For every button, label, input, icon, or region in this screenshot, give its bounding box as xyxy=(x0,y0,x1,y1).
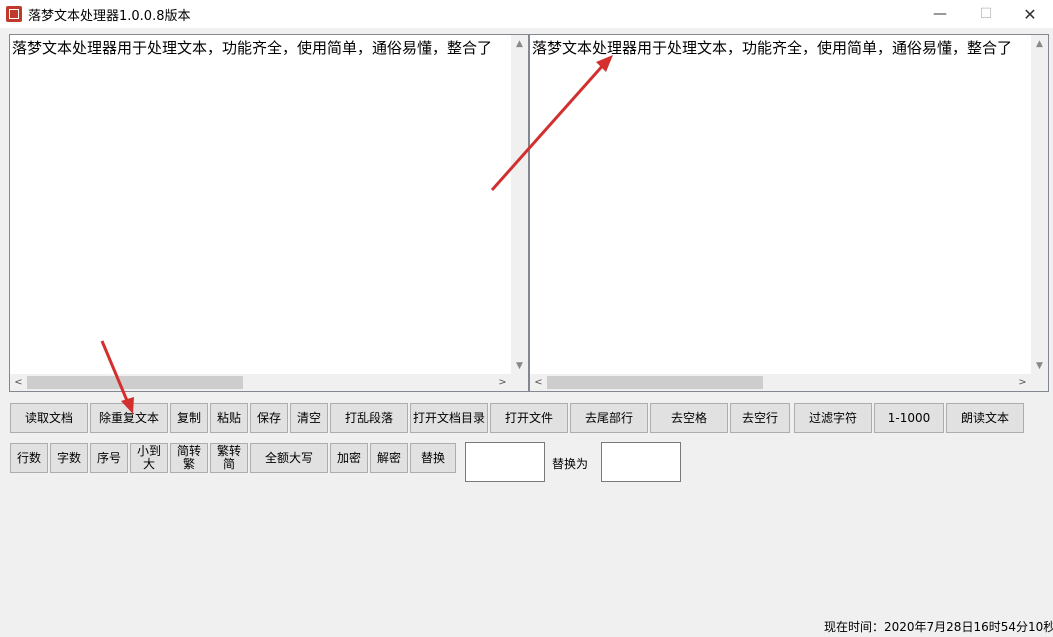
app-icon xyxy=(6,6,22,22)
scroll-up-icon[interactable]: ▲ xyxy=(511,35,528,52)
remove-duplicates-button[interactable]: 除重复文本 xyxy=(90,403,168,433)
amount-uppercase-button[interactable]: 全额大写 xyxy=(250,443,328,473)
result-text-area[interactable]: 落梦文本处理器用于处理文本，功能齐全，使用简单，通俗易懂，整合了 ▲ ▼ < > xyxy=(529,34,1049,392)
scroll-corner xyxy=(1031,374,1048,391)
save-button[interactable]: 保存 xyxy=(250,403,288,433)
vertical-scrollbar[interactable]: ▲ ▼ xyxy=(511,35,528,374)
remove-empty-lines-button[interactable]: 去空行 xyxy=(730,403,790,433)
horizontal-scrollbar[interactable]: < > xyxy=(10,374,511,391)
close-button[interactable]: ✕ xyxy=(1007,0,1053,28)
scroll-right-icon[interactable]: > xyxy=(1014,374,1031,391)
open-file-button[interactable]: 打开文件 xyxy=(490,403,568,433)
scroll-thumb[interactable] xyxy=(547,376,763,389)
read-aloud-button[interactable]: 朗读文本 xyxy=(946,403,1024,433)
filter-characters-button[interactable]: 过滤字符 xyxy=(794,403,872,433)
range-1-1000-button[interactable]: 1-1000 xyxy=(874,403,944,433)
simplified-to-traditional-button[interactable]: 简转 繁 xyxy=(170,443,208,473)
horizontal-scrollbar[interactable]: < > xyxy=(530,374,1031,391)
open-document-folder-button[interactable]: 打开文档目录 xyxy=(410,403,488,433)
maximize-button[interactable]: ☐ xyxy=(963,0,1009,28)
line-count-button[interactable]: 行数 xyxy=(10,443,48,473)
remove-spaces-button[interactable]: 去空格 xyxy=(650,403,728,433)
scroll-thumb[interactable] xyxy=(27,376,243,389)
shuffle-paragraphs-button[interactable]: 打乱段落 xyxy=(330,403,408,433)
read-document-button[interactable]: 读取文档 xyxy=(10,403,88,433)
replace-text-field[interactable] xyxy=(601,442,681,482)
window-title: 落梦文本处理器1.0.0.8版本 xyxy=(28,9,191,24)
scroll-left-icon[interactable]: < xyxy=(10,374,27,391)
result-text: 落梦文本处理器用于处理文本，功能齐全，使用简单，通俗易懂，整合了 xyxy=(532,39,1013,57)
remove-trailing-lines-button[interactable]: 去尾部行 xyxy=(570,403,648,433)
scroll-right-icon[interactable]: > xyxy=(494,374,511,391)
current-time-status: 现在时间：2020年7月28日16时54分10秒 xyxy=(824,620,1053,634)
traditional-to-simplified-button[interactable]: 繁转 简 xyxy=(210,443,248,473)
copy-button[interactable]: 复制 xyxy=(170,403,208,433)
lower-to-upper-button[interactable]: 小到 大 xyxy=(130,443,168,473)
scroll-corner xyxy=(511,374,528,391)
scroll-up-icon[interactable]: ▲ xyxy=(1031,35,1048,52)
encrypt-button[interactable]: 加密 xyxy=(330,443,368,473)
numbering-button[interactable]: 序号 xyxy=(90,443,128,473)
clear-button[interactable]: 清空 xyxy=(290,403,328,433)
scroll-down-icon[interactable]: ▼ xyxy=(1031,357,1048,374)
vertical-scrollbar[interactable]: ▲ ▼ xyxy=(1031,35,1048,374)
decrypt-button[interactable]: 解密 xyxy=(370,443,408,473)
scroll-down-icon[interactable]: ▼ xyxy=(511,357,528,374)
replace-button[interactable]: 替换 xyxy=(410,443,456,473)
scroll-left-icon[interactable]: < xyxy=(530,374,547,391)
source-text-area[interactable]: 落梦文本处理器用于处理文本，功能齐全，使用简单，通俗易懂，整合了 ▲ ▼ < > xyxy=(9,34,529,392)
paste-button[interactable]: 粘贴 xyxy=(210,403,248,433)
find-text-field[interactable] xyxy=(465,442,545,482)
replace-with-label: 替换为 xyxy=(552,457,589,471)
source-text: 落梦文本处理器用于处理文本，功能齐全，使用简单，通俗易懂，整合了 xyxy=(12,39,493,57)
char-count-button[interactable]: 字数 xyxy=(50,443,88,473)
minimize-button[interactable]: — xyxy=(917,0,963,28)
